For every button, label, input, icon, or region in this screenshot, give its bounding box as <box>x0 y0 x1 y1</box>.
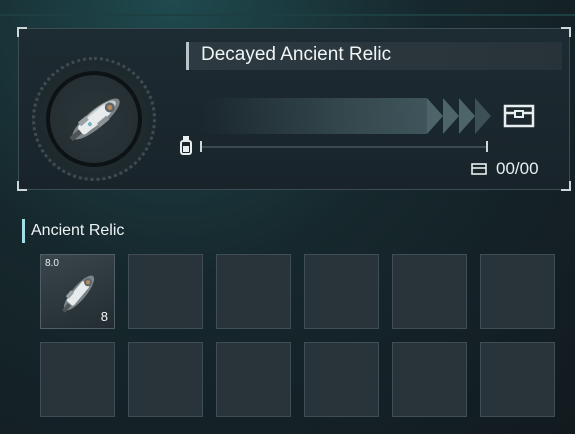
inventory-slot[interactable] <box>480 342 555 417</box>
inventory-slot[interactable] <box>128 342 203 417</box>
progress-band <box>202 98 427 134</box>
chevron-right-icon <box>475 98 491 134</box>
panel-corner <box>561 181 571 191</box>
inventory-slot[interactable] <box>304 342 379 417</box>
panel-corner <box>561 27 571 37</box>
inventory-slot[interactable] <box>216 342 291 417</box>
inventory-slot[interactable]: 8.0 8 <box>40 254 115 329</box>
chevron-right-icon <box>427 98 443 134</box>
chest-icon[interactable] <box>503 103 535 129</box>
ancient-relic-icon <box>62 275 95 313</box>
inventory-slot[interactable] <box>216 254 291 329</box>
inventory-slot[interactable] <box>392 342 467 417</box>
progress-track-end <box>486 141 488 152</box>
chevron-right-icon <box>443 98 459 134</box>
panel-corner <box>17 27 27 37</box>
section-title: Ancient Relic <box>31 222 125 239</box>
chest-icon <box>471 163 487 175</box>
item-title: Decayed Ancient Relic <box>201 44 392 65</box>
section-accent <box>22 219 25 243</box>
ancient-relic-icon <box>69 98 120 142</box>
item-count: 00/00 <box>496 159 539 178</box>
inventory-slot[interactable] <box>40 342 115 417</box>
progress-track-start <box>200 141 202 152</box>
inventory-slot[interactable] <box>304 254 379 329</box>
inventory-slot[interactable] <box>128 254 203 329</box>
panel-corner <box>17 181 27 191</box>
progress-track <box>200 146 488 148</box>
title-accent <box>186 42 189 70</box>
flask-icon <box>180 136 192 155</box>
inventory-slot[interactable] <box>480 254 555 329</box>
chevron-right-icon <box>459 98 475 134</box>
inventory-slot[interactable] <box>392 254 467 329</box>
slot-quantity: 8 <box>100 309 108 324</box>
top-divider <box>0 14 575 16</box>
